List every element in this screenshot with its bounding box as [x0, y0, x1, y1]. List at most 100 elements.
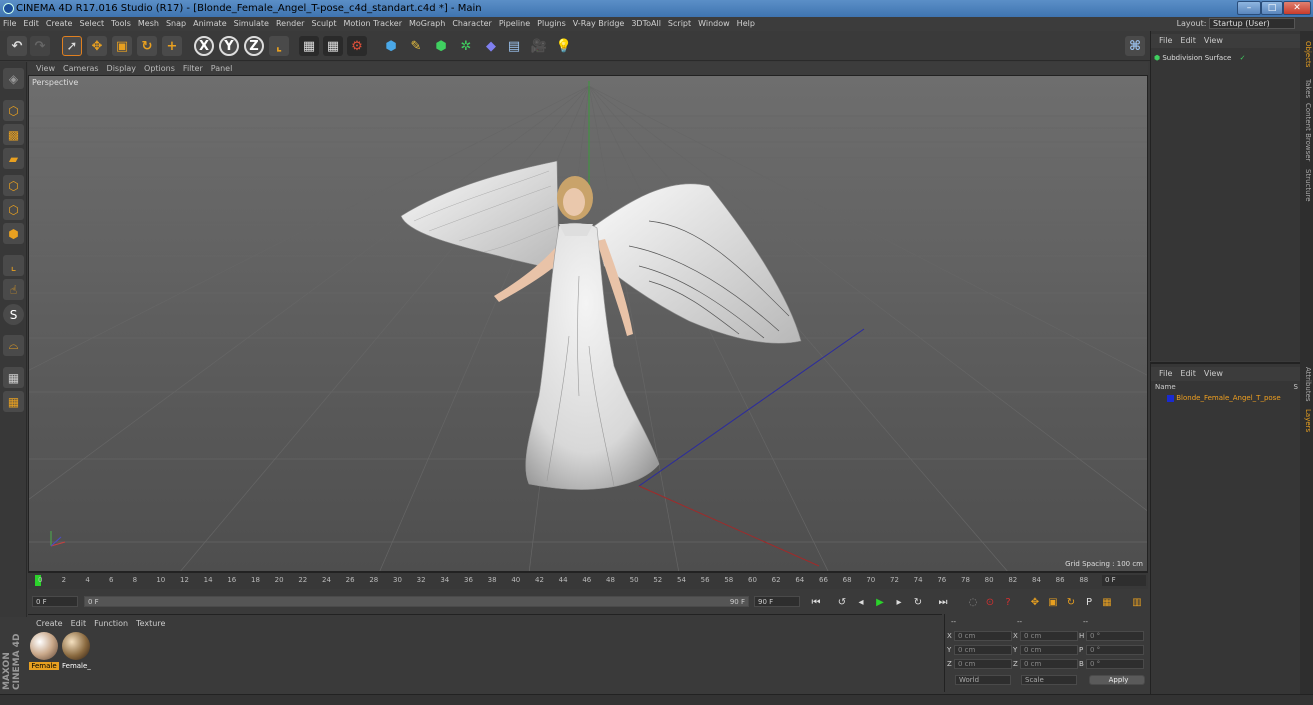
menu-item-mograph[interactable]: MoGraph — [409, 19, 445, 28]
pen-icon[interactable]: ✎ — [406, 36, 426, 56]
menu-item-file[interactable]: File — [3, 19, 16, 28]
coord-field-z[interactable]: 0 cm — [1020, 659, 1078, 669]
next-frame-icon[interactable]: ▸ — [892, 595, 906, 609]
make-editable-icon[interactable]: ◈ — [3, 68, 24, 89]
menu-item-help[interactable]: Help — [737, 19, 755, 28]
layer-menu-file[interactable]: File — [1159, 369, 1172, 378]
deformer-icon[interactable]: ◆ — [481, 36, 501, 56]
floor-icon[interactable]: ▤ — [504, 36, 524, 56]
subdivision-icon[interactable]: ⬢ — [431, 36, 451, 56]
key-scale-icon[interactable]: ▣ — [1046, 595, 1060, 609]
menu-item-motion-tracker[interactable]: Motion Tracker — [343, 19, 402, 28]
maximize-button[interactable]: □ — [1261, 1, 1283, 15]
previous-key-icon[interactable]: ↺ — [835, 595, 849, 609]
tab-attributes[interactable]: Attributes — [1301, 367, 1312, 402]
timeline-window-icon[interactable]: ▥ — [1130, 595, 1144, 609]
coord-field-x[interactable]: 0 cm — [954, 631, 1012, 641]
material-menu-texture[interactable]: Texture — [136, 619, 165, 628]
record-icon[interactable]: ? — [1001, 595, 1015, 609]
tab-objects[interactable]: Objects — [1301, 41, 1312, 67]
menu-item-character[interactable]: Character — [452, 19, 492, 28]
layer-menu-view[interactable]: View — [1204, 369, 1223, 378]
polygons-mode-icon[interactable]: ⬢ — [3, 223, 24, 244]
keyframe-icon[interactable]: ◌ — [966, 595, 980, 609]
tab-takes[interactable]: Takes — [1301, 79, 1312, 98]
go-to-start-icon[interactable]: ⏮ — [809, 595, 823, 609]
tweak-mode-icon[interactable]: ☝ — [3, 279, 24, 300]
layout-dropdown[interactable]: Startup (User) — [1209, 18, 1295, 29]
scale-icon[interactable]: ▣ — [112, 36, 132, 56]
menu-item-mesh[interactable]: Mesh — [138, 19, 159, 28]
light-icon[interactable]: 💡 — [554, 36, 574, 56]
menu-item-tools[interactable]: Tools — [111, 19, 131, 28]
menu-item-animate[interactable]: Animate — [193, 19, 227, 28]
coord-field-y[interactable]: 0 cm — [1020, 645, 1078, 655]
tab-layers[interactable]: Layers — [1301, 409, 1312, 432]
cube-icon[interactable]: ⬢ — [381, 36, 401, 56]
tab-content-browser[interactable]: Content Browser — [1301, 103, 1312, 161]
model-mode-icon[interactable]: ⬡ — [3, 100, 24, 121]
frame-range-slider[interactable]: 0 F 90 F — [84, 596, 749, 607]
coord-field-b[interactable]: 0 ° — [1086, 659, 1144, 669]
coord-field-h[interactable]: 0 ° — [1086, 631, 1144, 641]
end-frame-field[interactable]: 90 F — [754, 596, 800, 607]
layer-row[interactable]: Blonde_Female_Angel_T_pose — [1167, 394, 1281, 402]
coord-field-p[interactable]: 0 ° — [1086, 645, 1144, 655]
material-female[interactable]: Female — [29, 632, 59, 672]
texture-mode-icon[interactable]: ▩ — [3, 124, 24, 145]
move-icon[interactable]: ✥ — [87, 36, 107, 56]
z-axis-icon[interactable]: Z — [244, 36, 264, 56]
array-icon[interactable]: ✲ — [456, 36, 476, 56]
viewport-menu-options[interactable]: Options — [144, 64, 175, 73]
points-mode-icon[interactable]: ⬡ — [3, 175, 24, 196]
camera-icon[interactable]: 🎥 — [529, 36, 549, 56]
material-menu-function[interactable]: Function — [94, 619, 128, 628]
menu-item-v-ray-bridge[interactable]: V-Ray Bridge — [573, 19, 625, 28]
current-frame-field[interactable]: 0 F — [1102, 575, 1146, 586]
menu-item-simulate[interactable]: Simulate — [234, 19, 269, 28]
menu-item-plugins[interactable]: Plugins — [537, 19, 566, 28]
layout-selector[interactable]: Layout: Startup (User) — [1177, 18, 1295, 29]
visibility-check-icon[interactable]: ✓ — [1240, 54, 1246, 62]
add-icon[interactable]: + — [162, 36, 182, 56]
coord-field-z[interactable]: 0 cm — [954, 659, 1012, 669]
undo-icon[interactable]: ↶ — [7, 36, 27, 56]
material-menu-create[interactable]: Create — [36, 619, 63, 628]
autokey-icon[interactable]: ⊙ — [983, 595, 997, 609]
menu-item-sculpt[interactable]: Sculpt — [311, 19, 336, 28]
previous-frame-icon[interactable]: ◂ — [854, 595, 868, 609]
magnet-icon[interactable]: ⌓ — [3, 335, 24, 356]
coord-field-y[interactable]: 0 cm — [954, 645, 1012, 655]
render-picture-viewer-icon[interactable]: ▦ — [323, 36, 343, 56]
close-button[interactable]: ✕ — [1283, 1, 1311, 15]
lock-workplane-icon[interactable]: ▦ — [3, 367, 24, 388]
menu-item-edit[interactable]: Edit — [23, 19, 39, 28]
menu-item-window[interactable]: Window — [698, 19, 730, 28]
rotate-icon[interactable]: ↻ — [137, 36, 157, 56]
perspective-viewport[interactable]: Perspective ✥ ↕ ⟲ ▢ Grid Spacing : 100 c… — [28, 75, 1148, 572]
object-menu-edit[interactable]: Edit — [1180, 36, 1196, 45]
go-to-end-icon[interactable]: ⏭ — [936, 595, 950, 609]
key-pla-icon[interactable]: ▦ — [1100, 595, 1114, 609]
play-icon[interactable]: ▶ — [873, 595, 887, 609]
tab-structure[interactable]: Structure — [1301, 169, 1312, 202]
coord-space-dropdown[interactable]: World — [955, 675, 1011, 685]
minimize-button[interactable]: – — [1237, 1, 1261, 15]
object-row-subdivision-surface[interactable]: ⬢ Subdivision Surface ✓ — [1154, 53, 1245, 64]
object-menu-view[interactable]: View — [1204, 36, 1223, 45]
coord-field-x[interactable]: 0 cm — [1020, 631, 1078, 641]
menu-item-3dtoall[interactable]: 3DToAll — [631, 19, 661, 28]
menu-item-select[interactable]: Select — [79, 19, 104, 28]
layer-menu-edit[interactable]: Edit — [1180, 369, 1196, 378]
menu-item-pipeline[interactable]: Pipeline — [499, 19, 530, 28]
render-settings-icon[interactable]: ⚙ — [347, 36, 367, 56]
y-axis-icon[interactable]: Y — [219, 36, 239, 56]
coordinate-system-icon[interactable]: ⌞ — [269, 36, 289, 56]
viewport-menu-cameras[interactable]: Cameras — [63, 64, 99, 73]
apply-button[interactable]: Apply — [1089, 675, 1145, 685]
menu-item-snap[interactable]: Snap — [166, 19, 186, 28]
render-view-icon[interactable]: ▦ — [299, 36, 319, 56]
snap-icon[interactable]: S — [3, 304, 24, 325]
viewport-menu-view[interactable]: View — [36, 64, 55, 73]
timeline-ruler[interactable]: 0 2 4 6 8 10 12 14 16 18 20 22 24 26 28 30 32 34 36 38 40 42 4… — [28, 572, 1148, 589]
